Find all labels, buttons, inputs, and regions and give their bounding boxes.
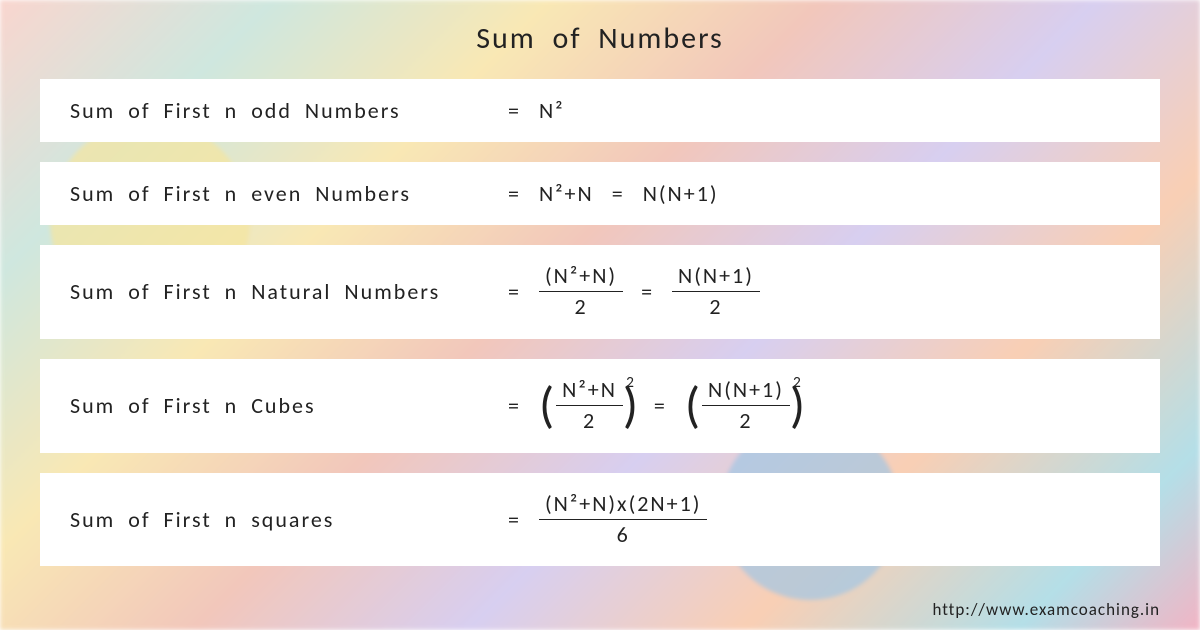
numerator: (N²+N)x(2N+1) xyxy=(539,491,707,520)
formula-natural: Sum of First n Natural Numbers = (N²+N) … xyxy=(40,245,1160,339)
formula-label: Sum of First n odd Numbers xyxy=(70,97,490,124)
equals-sign: = xyxy=(508,97,521,124)
formula-rhs: N²+N = N(N+1) xyxy=(539,180,719,207)
equals-sign: = xyxy=(508,506,521,533)
exponent: 2 xyxy=(626,373,636,392)
fraction: N²+N 2 xyxy=(556,377,623,435)
formula-squares: Sum of First n squares = (N²+N)x(2N+1) 6 xyxy=(40,473,1160,567)
denominator: 2 xyxy=(739,406,752,434)
formula-cubes: Sum of First n Cubes = ( N²+N 2 ) 2 = ( … xyxy=(40,359,1160,453)
paren-open: ( xyxy=(539,381,556,431)
fraction: (N²+N) 2 xyxy=(539,263,623,321)
formula-odd: Sum of First n odd Numbers = N² xyxy=(40,79,1160,142)
denominator: 2 xyxy=(574,292,587,320)
denominator: 2 xyxy=(583,406,596,434)
footer-url: http://www.examcoaching.in xyxy=(932,599,1160,620)
equals-sign: = xyxy=(654,392,667,419)
formula-rhs: N² xyxy=(539,97,565,124)
formula-rhs: (N²+N)x(2N+1) 6 xyxy=(539,491,707,549)
formula-label: Sum of First n squares xyxy=(70,506,490,533)
formula-even: Sum of First n even Numbers = N²+N = N(N… xyxy=(40,162,1160,225)
rhs-term: N(N+1) xyxy=(643,180,719,207)
equals-sign: = xyxy=(508,278,521,305)
exponent: 2 xyxy=(793,373,803,392)
fraction: N(N+1) 2 xyxy=(702,377,790,435)
page-title: Sum of Numbers xyxy=(40,20,1160,57)
formula-rhs: (N²+N) 2 = N(N+1) 2 xyxy=(539,263,760,321)
equals-sign: = xyxy=(508,180,521,207)
denominator: 2 xyxy=(709,292,722,320)
equals-sign: = xyxy=(612,180,625,207)
fraction: N(N+1) 2 xyxy=(672,263,760,321)
numerator: (N²+N) xyxy=(539,263,623,292)
denominator: 6 xyxy=(617,520,630,548)
rhs-term: N²+N xyxy=(539,180,594,207)
equals-sign: = xyxy=(508,392,521,419)
formula-label: Sum of First n Cubes xyxy=(70,392,490,419)
numerator: N(N+1) xyxy=(672,263,760,292)
formula-label: Sum of First n Natural Numbers xyxy=(70,278,490,305)
paren-open: ( xyxy=(685,381,702,431)
fraction: (N²+N)x(2N+1) 6 xyxy=(539,491,707,549)
squared-group: ( N²+N 2 ) 2 xyxy=(539,377,636,435)
equals-sign: = xyxy=(641,278,654,305)
formula-rhs: ( N²+N 2 ) 2 = ( N(N+1) 2 ) 2 xyxy=(539,377,803,435)
numerator: N(N+1) xyxy=(702,377,790,406)
formula-label: Sum of First n even Numbers xyxy=(70,180,490,207)
numerator: N²+N xyxy=(556,377,623,406)
squared-group: ( N(N+1) 2 ) 2 xyxy=(685,377,803,435)
